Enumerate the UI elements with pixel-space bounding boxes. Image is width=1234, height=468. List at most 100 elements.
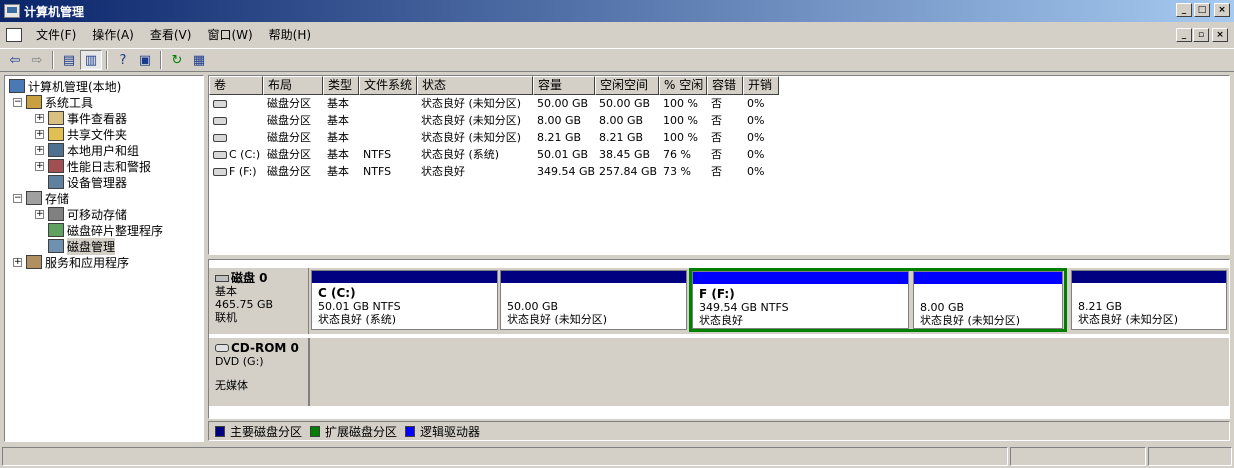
users-icon (48, 143, 64, 157)
table-cell: 基本 (327, 114, 349, 127)
partition-name: C (C:) (318, 286, 356, 300)
table-cell: 磁盘分区 (267, 148, 311, 161)
column-header[interactable]: 布局 (263, 76, 323, 95)
table-cell: 基本 (327, 131, 349, 144)
back-arrow-icon[interactable]: ⇦ (4, 50, 26, 70)
table-row[interactable]: 磁盘分区 基本 状态良好 (未知分区) 8.21 GB 8.21 GB 100 % 否 0% (209, 129, 779, 146)
column-header[interactable]: 空闲空间 (595, 76, 659, 95)
volume-icon (213, 100, 227, 108)
expand-icon[interactable]: + (35, 209, 44, 219)
collapse-icon[interactable]: − (13, 97, 22, 107)
table-row[interactable]: F (F:) 磁盘分区 基本 NTFS 状态良好 349.54 GB 257.84 GB 73… (209, 163, 779, 180)
child-minimize-button[interactable]: _ (1176, 28, 1192, 42)
up-folder-icon[interactable]: ▤ (58, 50, 80, 70)
status-pane-main (2, 447, 1008, 466)
tree-item-label: 本地用户和组 (67, 143, 140, 158)
refresh-icon[interactable]: ↻ (166, 50, 188, 70)
tree-item[interactable]: + 本地用户和组 (35, 142, 139, 158)
close-button[interactable]: × (1214, 3, 1230, 17)
help-icon[interactable]: ? (112, 50, 134, 70)
partition-size: 349.54 GB NTFS (699, 301, 789, 314)
tree-item[interactable]: + 事件查看器 (35, 110, 127, 126)
column-header[interactable]: 卷 (209, 76, 263, 95)
tree-item[interactable]: + 可移动存储 (35, 206, 127, 222)
table-cell: 76 % (663, 148, 691, 161)
tree-spacer (35, 177, 44, 187)
console-tree: 计算机管理(本地) − 系统工具 + 事件查看器 + 共享文件夹 + 本地用户和组 + 性能日志和警… (4, 75, 204, 442)
volume-list-header: 卷布局 类型 文件系统 状态 容量 空闲空间% 空闲 容错 开销 (209, 76, 779, 95)
details-pane: 卷布局 类型 文件系统 状态 容量 空闲空间% 空闲 容错 开销 磁盘分区 基本 状态良好 (未知… (208, 75, 1230, 442)
expand-icon[interactable]: + (13, 257, 22, 267)
partition-block[interactable]: 8.00 GB 状态良好 (未知分区) (913, 271, 1063, 329)
menu-file[interactable]: 文件(F) (28, 25, 84, 45)
tree-item-label: 设备管理器 (67, 175, 128, 190)
expand-icon[interactable]: + (35, 113, 44, 123)
disk-0-info[interactable]: 磁盘 0 基本 465.75 GB 联机 (209, 268, 309, 334)
table-cell: 基本 (327, 148, 349, 161)
cdrom-0-row: CD-ROM 0 DVD (G:) 无媒体 (209, 338, 1229, 406)
partition-type-bar (914, 272, 1062, 284)
column-header[interactable]: 开销 (743, 76, 779, 95)
table-cell: 磁盘分区 (267, 97, 311, 110)
partition-name (1078, 287, 1220, 300)
legend-label: 主要磁盘分区 (230, 424, 303, 439)
table-row[interactable]: 磁盘分区 基本 状态良好 (未知分区) 50.00 GB 50.00 GB 100 % 否 0… (209, 95, 779, 112)
child-close-button[interactable]: × (1212, 28, 1228, 42)
table-row[interactable]: 磁盘分区 基本 状态良好 (未知分区) 8.00 GB 8.00 GB 100 % 否 0% (209, 112, 779, 129)
collapse-icon[interactable]: − (13, 193, 22, 203)
expand-icon[interactable]: + (35, 129, 44, 139)
table-cell: 否 (711, 165, 722, 178)
title-bar: 计算机管理 _ □ × (0, 0, 1234, 22)
table-row[interactable]: C (C:) 磁盘分区 基本 NTFS 状态良好 (系统) 50.01 GB 38.45 G… (209, 146, 779, 163)
legend-swatch (310, 425, 321, 437)
partition-block[interactable]: F (F:) 349.54 GB NTFS 状态良好 (692, 271, 909, 329)
cdrom-icon (215, 344, 229, 352)
menu-bar: 文件(F) 操作(A) 查看(V) 窗口(W) 帮助(H) _ ▫ × (0, 24, 1234, 46)
table-cell: NTFS (363, 148, 392, 161)
menu-window[interactable]: 窗口(W) (199, 25, 260, 45)
tree-item-label: 存储 (45, 191, 70, 206)
cdrom-0-info[interactable]: CD-ROM 0 DVD (G:) 无媒体 (209, 338, 309, 406)
storage-icon (26, 191, 42, 205)
column-header[interactable]: 容错 (707, 76, 743, 95)
tree-item[interactable]: 磁盘碎片整理程序 (35, 222, 163, 238)
cdrom-0-drive: DVD (G:) (215, 355, 264, 368)
table-cell: 8.21 GB (599, 131, 644, 144)
disk-graphical-view: 磁盘 0 基本 465.75 GB 联机 C (C:) 50.01 GB NTFS… (208, 259, 1230, 419)
tree-item[interactable]: 设备管理器 (35, 174, 127, 190)
tree-item[interactable]: − 系统工具 (13, 94, 93, 110)
document-icon[interactable] (6, 28, 22, 42)
tree-item[interactable]: + 性能日志和警报 (35, 158, 151, 174)
table-cell: 8.00 GB (537, 114, 582, 127)
partition-block[interactable]: C (C:) 50.01 GB NTFS 状态良好 (系统) (311, 270, 498, 330)
menu-view[interactable]: 查看(V) (142, 25, 200, 45)
partition-name: F (F:) (699, 287, 735, 301)
tree-item[interactable]: 磁盘管理 (35, 237, 116, 255)
expand-icon[interactable]: + (35, 145, 44, 155)
tree-item[interactable]: + 服务和应用程序 (13, 254, 129, 270)
console-icon[interactable]: ▣ (134, 50, 156, 70)
partition-block[interactable]: 50.00 GB 状态良好 (未知分区) (500, 270, 687, 330)
legend-label: 逻辑驱动器 (420, 424, 481, 439)
show-tree-icon[interactable]: ▥ (80, 50, 102, 70)
menu-help[interactable]: 帮助(H) (261, 25, 319, 45)
menu-action[interactable]: 操作(A) (84, 25, 142, 45)
tree-item[interactable]: 计算机管理(本地) (9, 78, 121, 94)
minimize-button[interactable]: _ (1176, 3, 1192, 17)
child-restore-button[interactable]: ▫ (1193, 28, 1209, 42)
column-header[interactable]: 文件系统 (359, 76, 417, 95)
column-header[interactable]: 状态 (417, 76, 533, 95)
column-header[interactable]: 类型 (323, 76, 359, 95)
maximize-button[interactable]: □ (1194, 3, 1210, 17)
expand-icon[interactable]: + (35, 161, 44, 171)
legend-swatch (405, 425, 416, 437)
properties-icon[interactable]: ▦ (188, 50, 210, 70)
table-cell (359, 112, 417, 129)
tree-item[interactable]: − 存储 (13, 190, 69, 206)
partition-block[interactable]: 8.21 GB 状态良好 (未知分区) (1071, 270, 1227, 330)
column-header[interactable]: % 空闲 (659, 76, 707, 95)
toolbar: ⇦ ⇨ ▤ ▥ ? ▣ ↻ ▦ (0, 48, 1234, 72)
forward-arrow-icon[interactable]: ⇨ (26, 50, 48, 70)
column-header[interactable]: 容量 (533, 76, 595, 95)
tree-item[interactable]: + 共享文件夹 (35, 126, 127, 142)
